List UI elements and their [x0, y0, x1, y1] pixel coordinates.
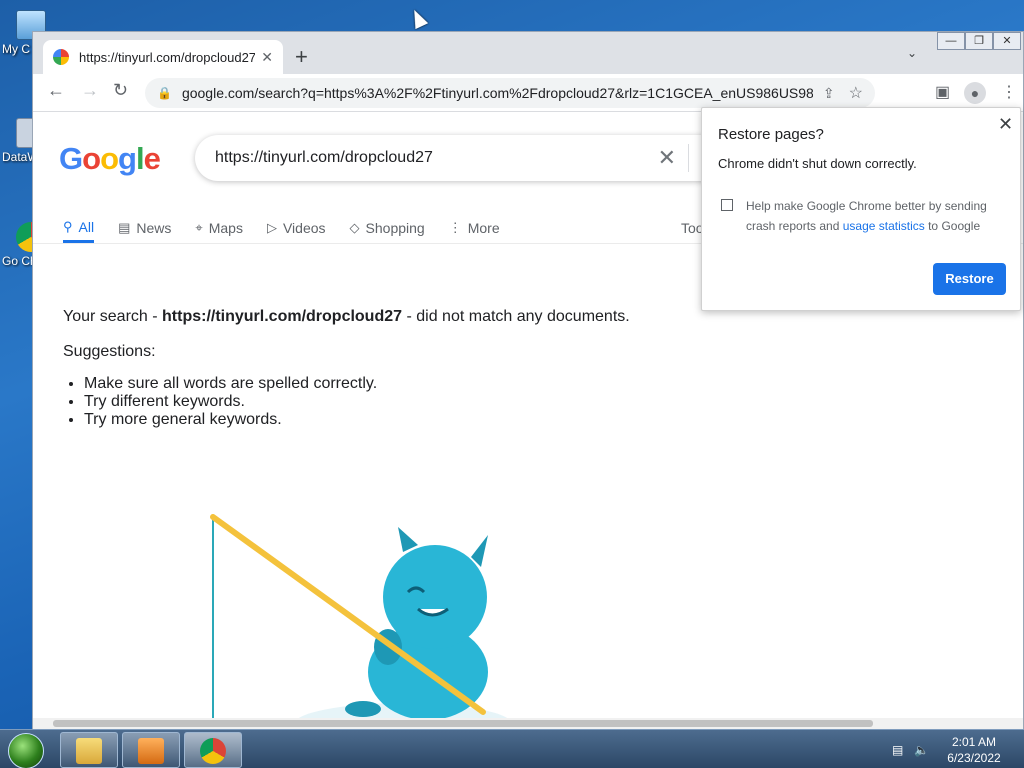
logo-letter: o — [82, 141, 101, 176]
search-box[interactable]: https://tinyurl.com/dropcloud27 ✕ — [195, 135, 735, 181]
logo-letter: l — [135, 141, 145, 176]
taskbar-chrome-button[interactable] — [184, 732, 242, 768]
video-play-icon: ▷ — [266, 220, 277, 235]
tab-title: https://tinyurl.com/dropcloud27 — [79, 49, 256, 65]
browser-tab[interactable]: https://tinyurl.com/dropcloud27 ✕ — [43, 40, 283, 74]
tab-shopping[interactable]: ◇ Shopping — [350, 213, 425, 243]
monster-foot — [345, 701, 381, 717]
new-tab-icon[interactable]: + — [295, 44, 308, 70]
tab-search-chevron-icon[interactable]: ⌄ — [907, 46, 917, 60]
forward-arrow-icon[interactable]: → — [81, 80, 99, 101]
minimize-button[interactable]: — — [937, 32, 965, 50]
start-button[interactable] — [8, 733, 44, 768]
tab-label: News — [136, 220, 172, 236]
restore-pages-dialog: Restore pages? ✕ Chrome didn't shut down… — [701, 107, 1021, 311]
search-icon: ⚲ — [63, 218, 73, 234]
usage-statistics-link[interactable]: usage statistics — [843, 219, 925, 233]
suggestion-item: Make sure all words are spelled correctl… — [84, 375, 377, 393]
monster-horn-left — [398, 527, 418, 552]
suggestion-item: Try more general keywords. — [84, 411, 377, 429]
reload-icon[interactable]: ↻ — [113, 80, 128, 101]
dialog-subtitle: Chrome didn't shut down correctly. — [718, 156, 917, 171]
news-icon: ▤ — [118, 220, 131, 235]
bookmark-star-icon[interactable]: ☆ — [849, 83, 863, 103]
mouse-cursor-icon — [407, 6, 429, 30]
chrome-icon — [200, 738, 226, 764]
address-bar-url: google.com/search?q=https%3A%2F%2Ftinyur… — [181, 85, 813, 101]
scrollbar-thumb[interactable] — [53, 720, 873, 727]
network-icon[interactable]: ▤ — [892, 743, 903, 757]
tab-label: More — [467, 220, 500, 236]
search-input[interactable]: https://tinyurl.com/dropcloud27 — [215, 149, 658, 167]
no-results-query: https://tinyurl.com/dropcloud27 — [162, 308, 403, 325]
monster-head — [383, 545, 487, 649]
tab-label: Maps — [208, 220, 243, 236]
help-text-suffix: to Google — [924, 219, 981, 233]
tag-icon: ◇ — [349, 220, 360, 235]
suggestion-item: Try different keywords. — [84, 393, 377, 411]
tab-all[interactable]: ⚲ All — [63, 213, 95, 243]
logo-letter: g — [118, 141, 137, 176]
close-window-button[interactable]: ✕ — [993, 32, 1021, 50]
crash-report-checkbox[interactable] — [721, 199, 733, 211]
menu-kebab-icon[interactable]: ⋮ — [1001, 82, 1017, 102]
folder-icon — [76, 738, 102, 764]
lock-icon: 🔒 — [157, 86, 172, 100]
google-logo[interactable]: Google — [59, 141, 161, 177]
tab-strip: https://tinyurl.com/dropcloud27 ✕ + ⌄ — … — [33, 32, 1023, 74]
taskbar-media-player-button[interactable] — [122, 732, 180, 768]
tab-maps[interactable]: ⌖ Maps — [195, 213, 243, 243]
maximize-button[interactable]: ❐ — [965, 32, 993, 50]
logo-letter: G — [59, 141, 83, 176]
tab-more[interactable]: ⋮ More — [449, 213, 500, 243]
clock-time: 2:01 AM — [951, 735, 997, 749]
no-results-prefix: Your search - — [63, 308, 163, 325]
no-results-message: Your search - https://tinyurl.com/dropcl… — [63, 308, 630, 326]
close-icon[interactable]: ✕ — [998, 114, 1013, 135]
no-results-suffix: - did not match any documents. — [402, 308, 630, 325]
suggestions-list: Make sure all words are spelled correctl… — [83, 375, 377, 429]
profile-avatar-icon[interactable]: ● — [964, 82, 986, 104]
back-arrow-icon[interactable]: ← — [47, 80, 65, 101]
tab-close-icon[interactable]: ✕ — [261, 49, 273, 66]
map-pin-icon: ⌖ — [195, 220, 203, 235]
logo-letter: e — [143, 141, 161, 176]
address-bar[interactable]: 🔒 google.com/search?q=https%3A%2F%2Ftiny… — [145, 78, 875, 108]
side-panel-icon[interactable]: ▣ — [935, 82, 950, 102]
horizontal-scrollbar[interactable] — [33, 718, 1023, 729]
suggestions-title: Suggestions: — [63, 343, 156, 360]
system-clock[interactable]: 2:01 AM 6/23/2022 — [934, 734, 1014, 766]
google-favicon-icon — [53, 49, 69, 65]
tab-label: All — [78, 218, 95, 235]
tab-label: Shopping — [365, 220, 425, 236]
taskbar: ▤ 🔈 2:01 AM 6/23/2022 — [0, 729, 1024, 768]
taskbar-explorer-button[interactable] — [60, 732, 118, 768]
volume-icon[interactable]: 🔈 — [914, 743, 929, 757]
search-tabs: ⚲ All ▤ News ⌖ Maps ▷ Videos ◇ Shopping … — [63, 213, 500, 243]
media-player-icon — [138, 738, 164, 764]
share-icon[interactable]: ⇪ — [823, 85, 835, 102]
clear-search-icon[interactable]: ✕ — [658, 145, 676, 171]
logo-letter: o — [100, 141, 119, 176]
crash-report-label: Help make Google Chrome better by sendin… — [746, 196, 1006, 236]
tab-videos[interactable]: ▷ Videos — [267, 213, 326, 243]
more-dots-icon: ⋮ — [448, 220, 462, 235]
tab-label: Videos — [282, 220, 326, 236]
search-divider — [688, 144, 689, 172]
fishing-monster-illustration — [210, 514, 508, 718]
clock-date: 6/23/2022 — [947, 751, 1001, 765]
restore-button[interactable]: Restore — [933, 263, 1006, 295]
tab-news[interactable]: ▤ News — [118, 213, 171, 243]
dialog-title: Restore pages? — [718, 126, 824, 143]
